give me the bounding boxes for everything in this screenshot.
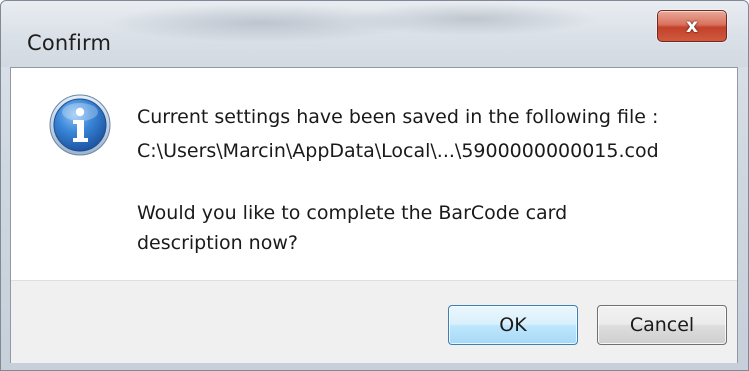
dialog-title: Confirm: [27, 31, 112, 55]
dialog-body: Current settings have been saved in the …: [10, 67, 738, 363]
message-file-path: C:\Users\Marcin\AppData\Local\...\590000…: [137, 140, 659, 162]
title-bar[interactable]: Confirm x: [1, 1, 748, 67]
information-icon: [49, 94, 111, 156]
cancel-button[interactable]: Cancel: [597, 305, 727, 345]
close-button[interactable]: x: [657, 10, 727, 42]
message-line-3: Would you like to complete the BarCode c…: [137, 202, 568, 224]
message-line-4: description now?: [137, 232, 298, 254]
message-area: Current settings have been saved in the …: [11, 68, 737, 280]
confirm-dialog: Confirm x Current settings have been sav…: [0, 0, 749, 371]
button-bar: OK Cancel: [11, 280, 737, 363]
close-icon: x: [685, 14, 699, 37]
ok-button[interactable]: OK: [448, 305, 578, 345]
message-line-1: Current settings have been saved in the …: [137, 106, 659, 128]
